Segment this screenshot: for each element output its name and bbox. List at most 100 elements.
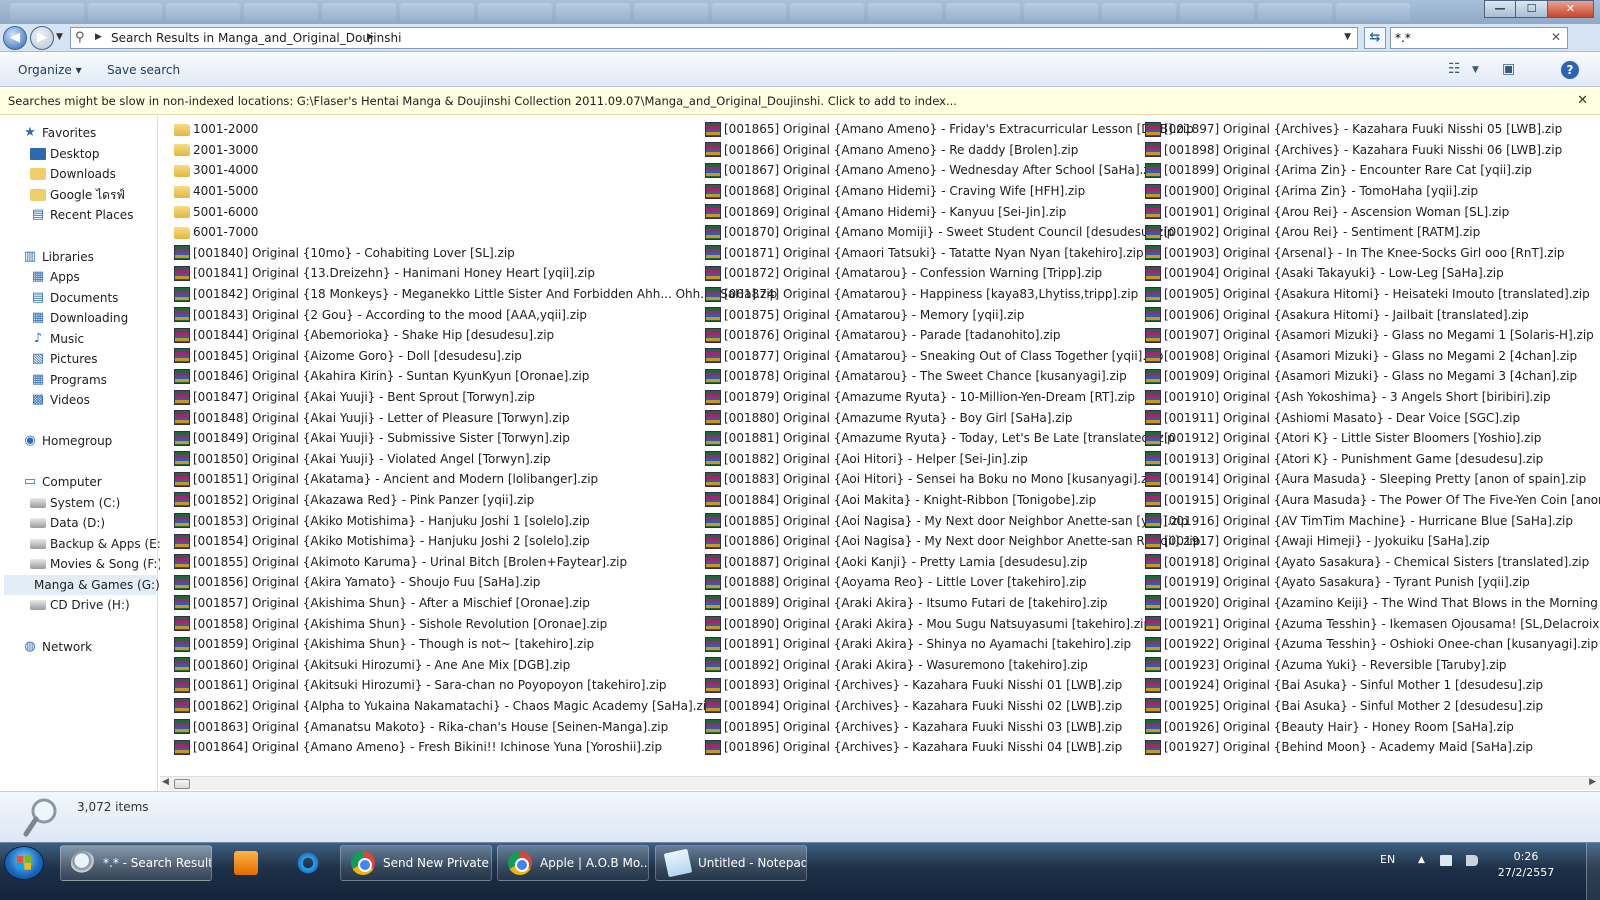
help-icon[interactable]: ? <box>1561 61 1579 79</box>
file-item[interactable]: 6001-7000 <box>174 222 777 243</box>
file-item[interactable]: 2001-3000 <box>174 140 777 161</box>
address-path[interactable]: Search Results in Manga_and_Original_Dou… <box>111 31 401 45</box>
index-warning-bar[interactable]: Searches might be slow in non-indexed lo… <box>0 88 1600 115</box>
nav-item-desktop[interactable]: Desktop <box>30 144 100 164</box>
taskbar-button-chrome-1[interactable]: Send New Private ... <box>340 845 492 881</box>
file-item[interactable]: [001887] Original {Aoki Kanji} - Pretty … <box>705 551 1200 572</box>
taskbar-pin-internet-explorer[interactable] <box>280 845 334 881</box>
language-indicator[interactable]: EN <box>1380 853 1395 866</box>
file-item[interactable]: [001853] Original {Akiko Motishima} - Ha… <box>174 510 777 531</box>
action-center-icon[interactable] <box>1440 855 1452 866</box>
file-item[interactable]: [001860] Original {Akitsuki Hirozumi} - … <box>174 654 777 675</box>
start-button[interactable] <box>4 846 44 880</box>
file-item[interactable]: [001899] Original {Arima Zin} - Encounte… <box>1145 160 1600 181</box>
file-item[interactable]: 4001-5000 <box>174 181 777 202</box>
file-item[interactable]: [001866] Original {Amano Ameno} - Re dad… <box>705 140 1200 161</box>
file-item[interactable]: [001906] Original {Asakura Hitomi} - Jai… <box>1145 304 1600 325</box>
nav-item-pictures[interactable]: ▧ Pictures <box>30 349 98 369</box>
file-item[interactable]: [001875] Original {Amatarou} - Memory [y… <box>705 304 1200 325</box>
file-item[interactable]: [001901] Original {Arou Rei} - Ascension… <box>1145 201 1600 222</box>
scroll-left-icon[interactable]: ◀ <box>162 777 169 787</box>
file-item[interactable]: [001915] Original {Aura Masuda} - The Po… <box>1145 490 1600 511</box>
file-item[interactable]: [001882] Original {Aoi Hitori} - Helper … <box>705 449 1200 470</box>
nav-homegroup[interactable]: ◉ Homegroup <box>22 431 112 451</box>
file-item[interactable]: [001921] Original {Azuma Tesshin} - Ikem… <box>1145 613 1600 634</box>
file-item[interactable]: [001877] Original {Amatarou} - Sneaking … <box>705 346 1200 367</box>
preview-pane-icon[interactable]: ▣ <box>1502 61 1515 77</box>
horizontal-scrollbar[interactable]: ◀ ▶ <box>160 776 1600 790</box>
file-item[interactable]: [001879] Original {Amazume Ryuta} - 10-M… <box>705 387 1200 408</box>
file-item[interactable]: [001890] Original {Araki Akira} - Mou Su… <box>705 613 1200 634</box>
address-bar[interactable]: ⚲ ▶ Search Results in Manga_and_Original… <box>70 27 1358 49</box>
nav-item-apps[interactable]: ▦ Apps <box>30 267 80 287</box>
show-desktop-button[interactable] <box>1586 843 1600 900</box>
taskbar-button-notepad[interactable]: Untitled - Notepad <box>655 845 807 881</box>
file-item[interactable]: 1001-2000 <box>174 119 777 140</box>
file-list[interactable]: 1001-2000 2001-3000 3001-4000 4001-5000 5001… <box>160 116 1600 776</box>
file-item[interactable]: [001840] Original {10mo} - Cohabiting Lo… <box>174 243 777 264</box>
nav-item-drive-d[interactable]: Data (D:) <box>30 513 105 533</box>
file-item[interactable]: [001850] Original {Akai Yuuji} - Violate… <box>174 449 777 470</box>
refresh-button[interactable]: ⇆ <box>1364 27 1386 49</box>
nav-network[interactable]: ◍ Network <box>22 637 92 657</box>
file-item[interactable]: [001923] Original {Azuma Yuki} - Reversi… <box>1145 654 1600 675</box>
save-search-button[interactable]: Save search <box>107 63 180 77</box>
nav-computer[interactable]: ▭ Computer <box>22 472 102 492</box>
file-item[interactable]: [001854] Original {Akiko Motishima} - Ha… <box>174 531 777 552</box>
close-infobar-icon[interactable]: ✕ <box>1577 93 1588 108</box>
file-item[interactable]: 3001-4000 <box>174 160 777 181</box>
file-item[interactable]: [001898] Original {Archives} - Kazahara … <box>1145 140 1600 161</box>
file-item[interactable]: [001912] Original {Atori K} - Little Sis… <box>1145 428 1600 449</box>
file-item[interactable]: [001852] Original {Akazawa Red} - Pink P… <box>174 490 777 511</box>
file-item[interactable]: [001886] Original {Aoi Nagisa} - My Next… <box>705 531 1200 552</box>
maximize-button[interactable]: ☐ <box>1516 0 1548 18</box>
clock[interactable]: 0:26 27/2/2557 <box>1495 849 1557 881</box>
file-item[interactable]: [001849] Original {Akai Yuuji} - Submiss… <box>174 428 777 449</box>
file-item[interactable]: [001844] Original {Abemorioka} - Shake H… <box>174 325 777 346</box>
nav-item-google-drive[interactable]: Google ไดรฟ์ <box>30 185 125 205</box>
file-item[interactable]: [001842] Original {18 Monkeys} - Meganek… <box>174 284 777 305</box>
breadcrumb-arrow-icon[interactable]: ▶ <box>367 32 374 42</box>
file-item[interactable]: [001918] Original {Ayato Sasakura} - Che… <box>1145 551 1600 572</box>
file-item[interactable]: [001851] Original {Akatama} - Ancient an… <box>174 469 777 490</box>
file-item[interactable]: [001863] Original {Amanatsu Makoto} - Ri… <box>174 716 777 737</box>
back-button[interactable]: ◀ <box>3 26 27 50</box>
nav-item-programs[interactable]: ▦ Programs <box>30 370 107 390</box>
file-item[interactable]: [001848] Original {Akai Yuuji} - Letter … <box>174 407 777 428</box>
file-item[interactable]: [001914] Original {Aura Masuda} - Sleepi… <box>1145 469 1600 490</box>
file-item[interactable]: [001916] Original {AV TimTim Machine} - … <box>1145 510 1600 531</box>
file-item[interactable]: [001884] Original {Aoi Makita} - Knight-… <box>705 490 1200 511</box>
file-item[interactable]: [001891] Original {Araki Akira} - Shinya… <box>705 634 1200 655</box>
taskbar-button-search-results[interactable]: *.* - Search Result... <box>60 845 212 881</box>
file-item[interactable]: [001847] Original {Akai Yuuji} - Bent Sp… <box>174 387 777 408</box>
file-item[interactable]: [001859] Original {Akishima Shun} - Thou… <box>174 634 777 655</box>
file-item[interactable]: [001843] Original {2 Gou} - According to… <box>174 304 777 325</box>
index-warning-message[interactable]: Searches might be slow in non-indexed lo… <box>8 94 957 108</box>
nav-libraries[interactable]: ▥ Libraries <box>22 247 94 267</box>
file-item[interactable]: [001926] Original {Beauty Hair} - Honey … <box>1145 716 1600 737</box>
file-item[interactable]: [001871] Original {Amaori Tatsuki} - Tat… <box>705 243 1200 264</box>
file-item[interactable]: [001892] Original {Araki Akira} - Wasure… <box>705 654 1200 675</box>
forward-button[interactable]: ▶ <box>30 26 54 50</box>
file-item[interactable]: [001919] Original {Ayato Sasakura} - Tyr… <box>1145 572 1600 593</box>
scroll-thumb[interactable] <box>174 779 190 789</box>
file-item[interactable]: [001845] Original {Aizome Goro} - Doll [… <box>174 346 777 367</box>
nav-item-drive-f[interactable]: Movies & Song (F:) <box>30 554 162 574</box>
scroll-right-icon[interactable]: ▶ <box>1589 777 1596 787</box>
file-item[interactable]: [001903] Original {Arsenal} - In The Kne… <box>1145 243 1600 264</box>
file-item[interactable]: [001895] Original {Archives} - Kazahara … <box>705 716 1200 737</box>
file-item[interactable]: [001902] Original {Arou Rei} - Sentiment… <box>1145 222 1600 243</box>
file-item[interactable]: [001897] Original {Archives} - Kazahara … <box>1145 119 1600 140</box>
file-item[interactable]: [001924] Original {Bai Asuka} - Sinful M… <box>1145 675 1600 696</box>
volume-icon[interactable] <box>1466 855 1478 866</box>
file-item[interactable]: [001883] Original {Aoi Hitori} - Sensei … <box>705 469 1200 490</box>
nav-item-downloading[interactable]: ▦ Downloading <box>30 308 128 328</box>
file-item[interactable]: [001910] Original {Ash Yokoshima} - 3 An… <box>1145 387 1600 408</box>
file-item[interactable]: [001889] Original {Araki Akira} - Itsumo… <box>705 593 1200 614</box>
file-item[interactable]: [001896] Original {Archives} - Kazahara … <box>705 737 1200 758</box>
file-item[interactable]: [001856] Original {Akira Yamato} - Shouj… <box>174 572 777 593</box>
close-button[interactable]: ✕ <box>1548 0 1594 18</box>
nav-item-drive-e[interactable]: Backup & Apps (E:) <box>30 534 165 554</box>
search-input[interactable] <box>1395 30 1545 46</box>
nav-item-downloads[interactable]: Downloads <box>30 164 116 184</box>
